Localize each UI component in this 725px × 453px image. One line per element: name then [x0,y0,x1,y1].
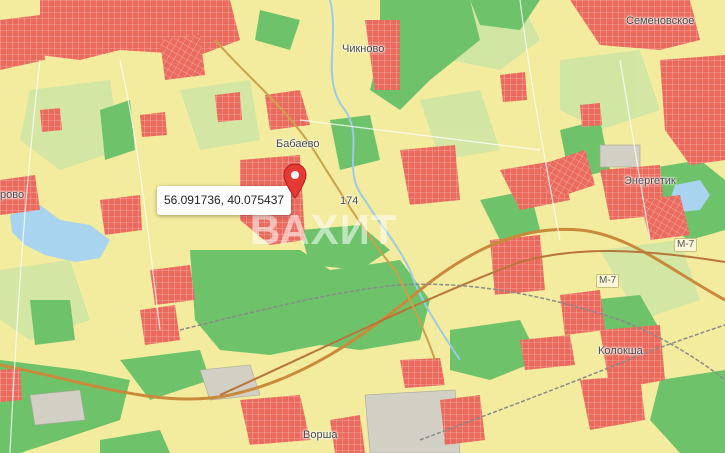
map-pin-icon[interactable] [283,163,307,199]
place-label-babaevo: Бабаево [276,138,320,150]
place-label-kolokshа: Колокша [598,345,643,357]
place-label-chiknikovo: Чикново [342,43,385,55]
place-label-energetik: Энергетик [624,175,676,187]
coordinate-popup: 56.091736, 40.075437 [157,186,291,215]
road-label-m7-b: М-7 [674,238,698,252]
place-label-vorsha: Ворша [303,429,338,441]
place-label-left-edge: рово [0,189,25,201]
road-label-m7: М-7 [596,274,620,288]
place-label-semenovskoe: Семеновское [626,15,695,27]
